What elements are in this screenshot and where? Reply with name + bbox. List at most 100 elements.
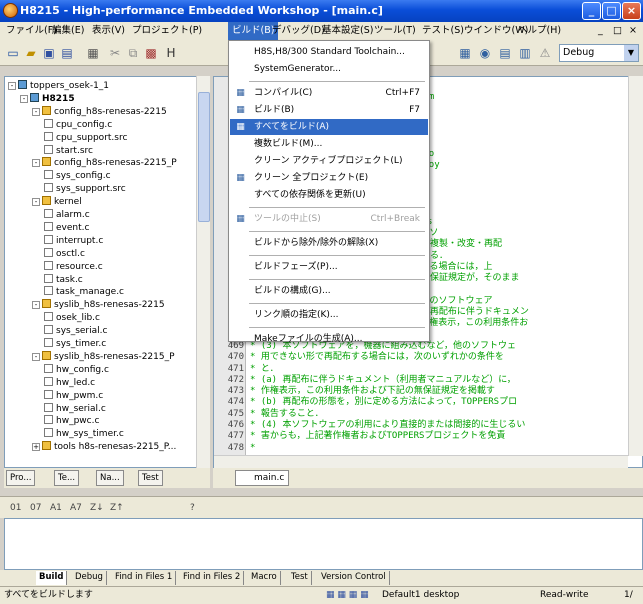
menu-edit[interactable]: 編集(E) — [48, 22, 88, 40]
menu-tools[interactable]: ツール(T) — [370, 22, 420, 40]
code-line[interactable]: * 害からも，上記著作権者およびTOPPERSプロジェクトを免責 — [250, 431, 505, 442]
output-tab[interactable]: Macro — [248, 571, 281, 585]
workspace-scrollbar[interactable] — [196, 76, 210, 468]
tree-file-item[interactable]: interrupt.c — [44, 234, 103, 246]
output-tab[interactable]: Test — [288, 571, 312, 585]
print-icon[interactable]: ▦ — [84, 44, 102, 62]
code-line[interactable]: * 作権表示，この利用条件および下記の無保証規定を掲載す — [250, 386, 495, 397]
collapse-icon[interactable]: - — [20, 94, 28, 103]
output-tab[interactable]: Debug — [72, 571, 107, 585]
editor-horizontal-scrollbar[interactable] — [214, 455, 628, 468]
tab-test[interactable]: Test — [138, 470, 163, 486]
tree-folder-item[interactable]: - syslib_h8s-renesas-2215_P — [32, 350, 175, 362]
paste-icon[interactable]: ▩ — [142, 44, 160, 62]
output-tab[interactable]: Build — [36, 571, 68, 585]
tree-project-item[interactable]: - H8215 — [20, 92, 75, 104]
editor-vertical-scrollbar[interactable] — [628, 76, 643, 456]
code-line[interactable]: * (b) 再配布の形態を，別に定める方法によって，TOPPERSプロ — [250, 397, 517, 408]
minimize-button[interactable]: _ — [582, 2, 601, 20]
build-menu-item[interactable]: ▦ ビルド(B) F7 — [230, 102, 428, 118]
menu-help[interactable]: ヘルプ(H) — [514, 22, 565, 40]
expand-icon[interactable]: + — [32, 443, 40, 452]
tree-file-item[interactable]: hw_pwc.c — [44, 415, 99, 426]
build-menu-item[interactable]: すべての依存関係を更新(U) — [230, 187, 428, 203]
save-icon[interactable]: ▣ — [40, 44, 58, 62]
build-menu-item[interactable]: ビルドの構成(G)... — [230, 283, 428, 299]
output-tool-button[interactable]: Z↑ — [110, 501, 124, 515]
code-line[interactable]: * (4) 本ソフトウェアの利用により直接的または間接的に生じるい — [250, 420, 525, 431]
new-file-icon[interactable]: ▭ — [4, 44, 22, 62]
code-line[interactable]: * (a) 再配布に伴うドキュメント（利用者マニュアルなど）に， — [250, 375, 516, 386]
build-toolbar-icon[interactable]: ▦ — [456, 44, 474, 62]
tree-file-item[interactable]: hw_led.c — [44, 376, 95, 388]
tree-file-item[interactable]: hw_config.c — [44, 363, 109, 375]
config-select[interactable]: Debug ▼ — [559, 44, 639, 62]
chevron-down-icon[interactable]: ▼ — [624, 45, 638, 61]
tree-folder-item[interactable]: - config_h8s-renesas-2215_P — [32, 157, 177, 168]
tab-templates[interactable]: Te... — [54, 470, 80, 486]
tab-navigation[interactable]: Na... — [96, 470, 124, 486]
tree-file-item[interactable]: hw_serial.c — [44, 402, 106, 414]
tree-project-item[interactable]: - toppers_osek-1_1 — [8, 80, 109, 91]
output-tool-button[interactable]: Z↓ — [90, 501, 104, 515]
collapse-icon[interactable]: - — [32, 352, 40, 361]
find-icon[interactable]: H — [162, 44, 180, 62]
menu-setup[interactable]: 基本設定(S) — [318, 22, 377, 40]
build-menu-item[interactable]: Makeファイルの生成(A)... — [230, 331, 428, 347]
code-line[interactable]: * 報告すること． — [250, 409, 324, 420]
tree-folder-item[interactable]: - syslib_h8s-renesas-2215 — [32, 299, 165, 310]
close-button[interactable]: × — [622, 2, 641, 20]
build-menu-item[interactable]: リンク順の指定(K)... — [230, 307, 428, 323]
collapse-icon[interactable]: - — [32, 159, 40, 168]
workspace-scroll-thumb[interactable] — [198, 92, 210, 222]
copy-icon[interactable]: ⧉ — [124, 44, 142, 62]
tree-file-item[interactable]: sys_config.c — [44, 170, 111, 181]
collapse-icon[interactable]: - — [32, 107, 40, 116]
output-tool-button[interactable]: ? — [190, 501, 195, 515]
build-menu-item[interactable]: ▦ クリーン 全プロジェクト(E) — [230, 170, 428, 186]
doc-close-button[interactable]: × — [625, 22, 641, 40]
build-menu-item[interactable]: クリーン アクティブプロジェクト(L) — [230, 153, 428, 169]
code-line[interactable]: * と． — [250, 364, 279, 375]
output-pane[interactable] — [4, 518, 643, 570]
maximize-button[interactable]: □ — [602, 2, 621, 20]
tree-file-item[interactable]: osctl.c — [44, 247, 85, 259]
output-tool-button[interactable]: A7 — [70, 501, 82, 515]
stop-icon[interactable]: ⚠ — [536, 44, 554, 62]
output-tool-button[interactable]: 01 — [10, 501, 21, 515]
save-all-icon[interactable]: ▤ — [58, 44, 76, 62]
cut-icon[interactable]: ✂ — [106, 44, 124, 62]
build-menu-item[interactable]: SystemGenerator... — [230, 61, 428, 77]
tree-file-item[interactable]: task_manage.c — [44, 286, 124, 297]
tree-file-item[interactable]: task.c — [44, 273, 83, 285]
collapse-icon[interactable]: - — [8, 82, 16, 90]
output-tab[interactable]: Find in Files 1 — [112, 571, 177, 585]
collapse-icon[interactable]: - — [32, 198, 40, 207]
tree-file-item[interactable]: cpu_config.c — [44, 118, 112, 130]
output-tab[interactable]: Version Control — [318, 571, 390, 585]
output-tool-button[interactable]: A1 — [50, 501, 62, 515]
tree-file-item[interactable]: sys_serial.c — [44, 325, 107, 336]
debug-toolbar-icon[interactable]: ◉ — [476, 44, 494, 62]
collapse-icon[interactable]: - — [32, 301, 40, 310]
build-menu-item[interactable]: 複数ビルド(M)... — [230, 136, 428, 152]
tree-file-item[interactable]: sys_support.src — [44, 183, 126, 194]
build-menu-item[interactable]: H8S,H8/300 Standard Toolchain... — [230, 44, 428, 60]
open-folder-icon[interactable]: ▰ — [22, 44, 40, 62]
code-line[interactable]: * 用できない形で再配布する場合には，次のいずれかの条件を — [250, 352, 504, 363]
menu-view[interactable]: 表示(V) — [88, 22, 129, 40]
tree-file-item[interactable]: hw_pwm.c — [44, 389, 103, 401]
tree-file-item[interactable]: resource.c — [44, 260, 103, 272]
tree-file-item[interactable]: start.src — [44, 144, 93, 156]
tab-projects[interactable]: Pro... — [6, 470, 36, 486]
tree-folder-item[interactable]: - config_h8s-renesas-2215 — [32, 105, 167, 117]
build-menu-item[interactable]: ビルドフェーズ(P)... — [230, 259, 428, 275]
tree-folder-item[interactable]: - kernel — [32, 196, 82, 207]
output-tool-button[interactable]: 07 — [30, 501, 41, 515]
build-menu-item[interactable]: ビルドから除外/除外の解除(X) — [230, 235, 428, 251]
output-tab[interactable]: Find in Files 2 — [180, 571, 245, 585]
doc-restore-button[interactable]: □ — [609, 22, 626, 40]
tree-file-item[interactable]: hw_sys_timer.c — [44, 428, 124, 439]
tree-file-item[interactable]: osek_lib.c — [44, 312, 100, 323]
tree-file-item[interactable]: cpu_support.src — [44, 131, 127, 143]
